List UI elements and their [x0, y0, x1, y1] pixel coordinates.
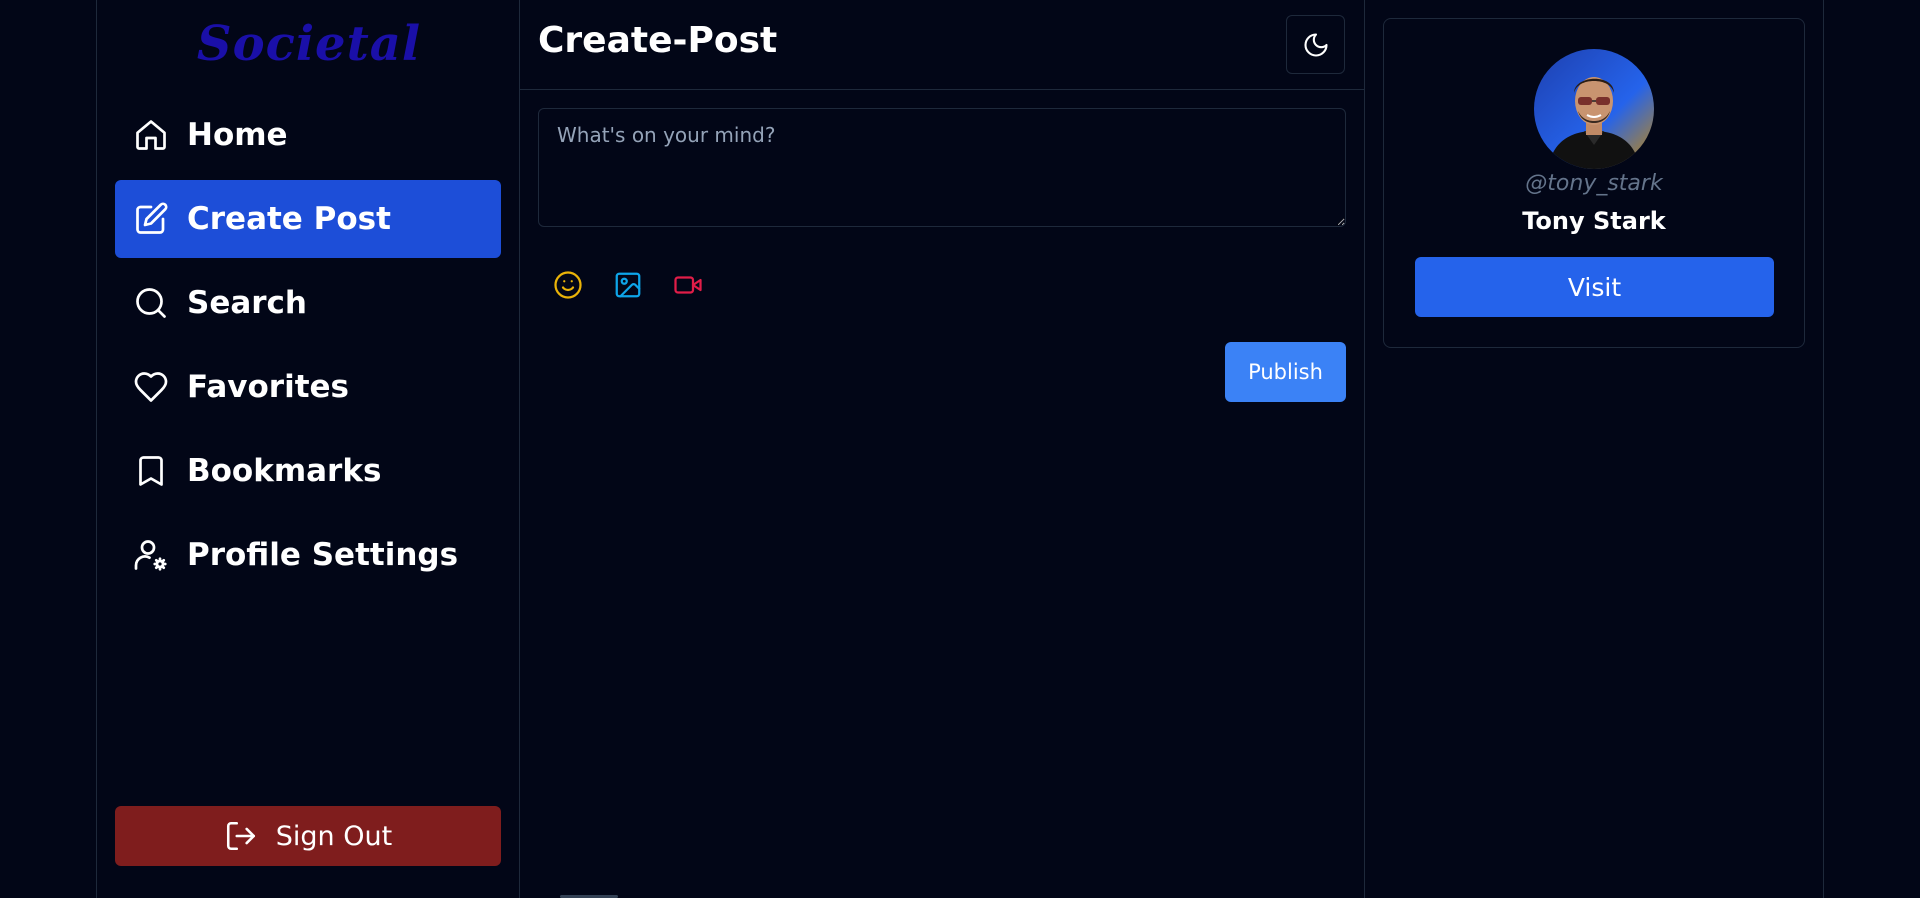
publish-button[interactable]: Publish [1225, 342, 1346, 402]
sidebar-item-profile-settings[interactable]: Profile Settings [115, 516, 501, 594]
sidebar-item-label: Bookmarks [187, 453, 382, 489]
user-gear-icon [134, 540, 167, 571]
sign-out-label: Sign Out [275, 820, 393, 852]
sidebar-item-label: Create Post [187, 201, 391, 237]
profile-handle: @tony_stark [1525, 171, 1663, 196]
search-icon [136, 288, 166, 318]
bookmark-icon [139, 456, 163, 486]
emoji-icon [554, 271, 582, 299]
main-header: Create-Post [520, 0, 1365, 90]
right-column-divider [1823, 0, 1824, 898]
image-icon [615, 272, 641, 298]
sidebar-item-label: Home [187, 117, 288, 153]
theme-toggle-button[interactable] [1286, 15, 1345, 74]
profile-photo [1534, 49, 1654, 169]
sidebar: Societal Home Create Post Search Favorit… [96, 0, 520, 898]
moon-icon [1303, 32, 1328, 57]
sidebar-item-home[interactable]: Home [115, 96, 501, 174]
sidebar-item-favorites[interactable]: Favorites [115, 348, 501, 426]
visit-profile-button[interactable]: Visit [1415, 257, 1774, 317]
profile-name: Tony Stark [1522, 207, 1666, 235]
emoji-button[interactable] [551, 268, 585, 302]
profile-card: @tony_stark Tony Stark Visit [1383, 18, 1805, 348]
main-content: Create-Post Publish [520, 0, 1365, 898]
sign-out-button[interactable]: Sign Out [115, 806, 501, 866]
video-icon [674, 276, 702, 294]
add-video-button[interactable] [671, 268, 705, 302]
post-content-input[interactable] [538, 108, 1346, 227]
sidebar-item-label: Search [187, 285, 308, 321]
sidebar-item-search[interactable]: Search [115, 264, 501, 342]
sidebar-item-bookmarks[interactable]: Bookmarks [115, 432, 501, 510]
edit-icon [136, 202, 168, 234]
logout-icon [226, 821, 255, 851]
sidebar-item-create-post[interactable]: Create Post [115, 180, 501, 258]
home-icon [136, 120, 166, 150]
heart-icon [134, 372, 168, 402]
app-logo[interactable]: Societal [97, 16, 521, 72]
add-image-button[interactable] [611, 268, 645, 302]
sidebar-item-label: Profile Settings [187, 537, 459, 573]
sidebar-item-label: Favorites [187, 369, 349, 405]
avatar [1534, 49, 1654, 169]
page-title: Create-Post [538, 20, 778, 61]
